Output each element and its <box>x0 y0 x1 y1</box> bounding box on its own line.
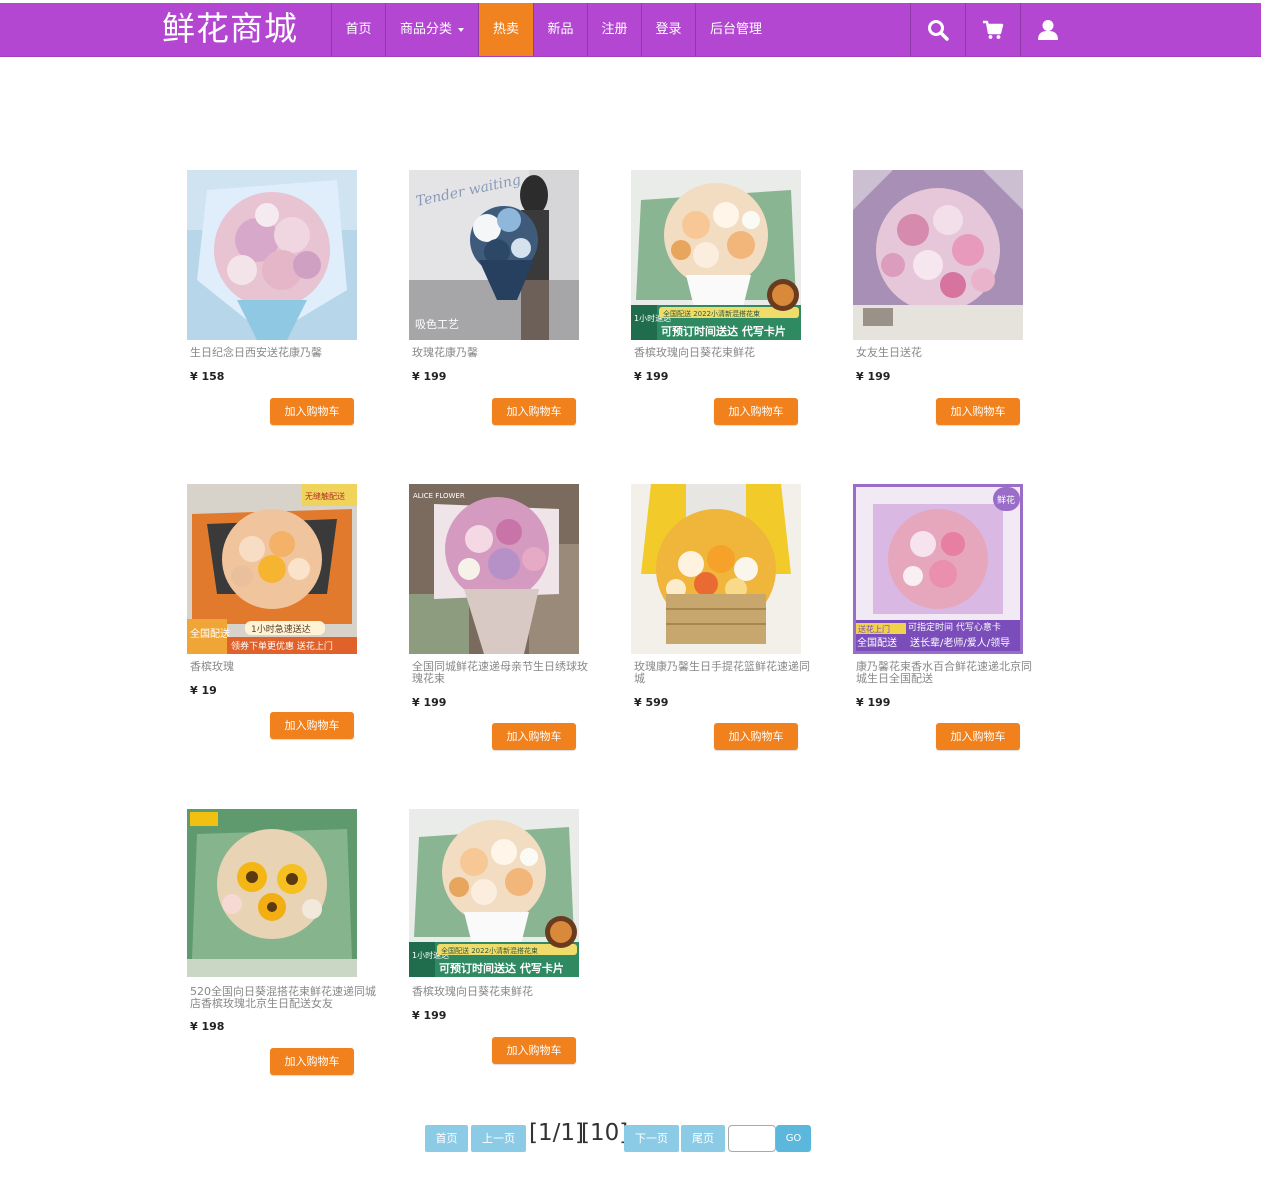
product-image[interactable] <box>187 170 357 340</box>
nav-register[interactable]: 注册 <box>588 3 641 56</box>
product-image[interactable]: 1小时速达 全国配送 2022小清新混搭花束 可预订时间送达 代写卡片 <box>409 809 579 977</box>
pager-total: [10] <box>581 1120 629 1146</box>
image-promo-top: 全国配送 2022小清新混搭花束 <box>441 946 538 955</box>
product-image[interactable]: 1小时速达 全国配送 2022小清新混搭花束 可预订时间送达 代写卡片 <box>631 170 801 340</box>
product-price: ¥ 19 <box>190 684 217 697</box>
pager-next-button[interactable]: 下一页 <box>624 1125 679 1152</box>
product-price: ¥ 199 <box>412 696 447 709</box>
product-image[interactable]: ALICE FLOWER <box>409 484 579 654</box>
image-national-text: 全国配送 <box>857 636 897 649</box>
pager-page-input[interactable] <box>728 1125 776 1152</box>
pager-prev-button[interactable]: 上一页 <box>471 1125 526 1152</box>
product-name[interactable]: 香槟玫瑰 <box>190 661 376 673</box>
site-logo[interactable]: 鲜花商城 <box>162 9 298 49</box>
cart-button[interactable] <box>966 3 1020 56</box>
product-image[interactable]: 鲜花 可指定时间 代写心意卡 送花上门 全国配送 送长辈/老师/爱人/领导 <box>853 484 1023 654</box>
add-to-cart-button[interactable]: 加入购物车 <box>270 398 354 425</box>
product-price: ¥ 199 <box>412 370 447 383</box>
product-name[interactable]: 香槟玫瑰向日葵花束鲜花 <box>634 347 820 359</box>
product-image[interactable] <box>187 809 357 977</box>
product-name[interactable]: 全国同城鲜花速递母亲节生日绣球玫瑰花束 <box>412 661 598 685</box>
product-name[interactable]: 520全国向日葵混搭花束鲜花速递同城店香槟玫瑰北京生日配送女友 <box>190 986 376 1010</box>
user-icon <box>1038 19 1058 40</box>
nav-login[interactable]: 登录 <box>642 3 695 56</box>
product-price: ¥ 199 <box>412 1009 447 1022</box>
caret-down-icon <box>458 27 464 32</box>
pager-first-button[interactable]: 首页 <box>425 1125 468 1152</box>
nav-hot[interactable]: 热卖 <box>479 3 533 56</box>
nav-category-dropdown[interactable]: 商品分类 <box>386 3 478 56</box>
product-image[interactable]: Tender waiting 吸色工艺 <box>409 170 579 340</box>
add-to-cart-button[interactable]: 加入购物车 <box>492 398 576 425</box>
image-tag-text: 送花上门 <box>858 624 890 634</box>
nav-category-label: 商品分类 <box>399 22 452 37</box>
product-name[interactable]: 玫瑰康乃馨生日手提花篮鲜花速递同城 <box>634 661 820 685</box>
add-to-cart-button[interactable]: 加入购物车 <box>492 723 576 750</box>
image-hour-text: 1小时急速送达 <box>251 623 311 635</box>
product-name[interactable]: 生日纪念日西安送花康乃馨 <box>190 347 376 359</box>
image-promo-main: 可预订时间送达 代写卡片 <box>661 324 786 338</box>
search-button[interactable] <box>911 3 965 56</box>
pager-page-info: [1/1] <box>529 1120 584 1146</box>
product-price: ¥ 198 <box>190 1020 225 1033</box>
image-promo-main: 可预订时间送达 代写卡片 <box>439 961 564 975</box>
product-name[interactable]: 康乃馨花束香水百合鲜花速递北京同城生日全国配送 <box>856 661 1042 685</box>
add-to-cart-button[interactable]: 加入购物车 <box>270 712 354 739</box>
product-name[interactable]: 女友生日送花 <box>856 347 1042 359</box>
image-caption-text: 吸色工艺 <box>415 317 459 331</box>
add-to-cart-button[interactable]: 加入购物车 <box>936 723 1020 750</box>
add-to-cart-button[interactable]: 加入购物车 <box>492 1037 576 1064</box>
image-logo-text: ALICE FLOWER <box>413 492 465 500</box>
product-image[interactable] <box>853 170 1023 340</box>
search-icon <box>928 19 949 41</box>
pager-last-button[interactable]: 尾页 <box>681 1125 725 1152</box>
user-button[interactable] <box>1021 3 1075 56</box>
nav-home[interactable]: 首页 <box>332 3 385 56</box>
image-line1-text: 可指定时间 代写心意卡 <box>908 621 1001 633</box>
cart-icon <box>983 20 1004 39</box>
product-name[interactable]: 玫瑰花康乃馨 <box>412 347 598 359</box>
image-badge-top: 无缝触配送 <box>305 491 345 501</box>
product-price: ¥ 199 <box>634 370 669 383</box>
image-badge-text: 鲜花 <box>997 494 1015 506</box>
add-to-cart-button[interactable]: 加入购物车 <box>270 1048 354 1075</box>
add-to-cart-button[interactable]: 加入购物车 <box>714 398 798 425</box>
add-to-cart-button[interactable]: 加入购物车 <box>936 398 1020 425</box>
nav-admin[interactable]: 后台管理 <box>696 3 776 56</box>
product-price: ¥ 158 <box>190 370 225 383</box>
image-national-text: 全国配送 <box>190 627 230 640</box>
pager-go-button[interactable]: GO <box>776 1125 811 1152</box>
product-name[interactable]: 香槟玫瑰向日葵花束鲜花 <box>412 986 598 998</box>
navbar: 鲜花商城 首页 商品分类 热卖 新品 注册 登录 后台管理 <box>0 3 1261 57</box>
nav-new[interactable]: 新品 <box>534 3 587 56</box>
image-coupon-text: 领券下单更优惠 送花上门 <box>231 640 333 652</box>
image-line2-text: 送长辈/老师/爱人/领导 <box>910 636 1010 649</box>
add-to-cart-button[interactable]: 加入购物车 <box>714 723 798 750</box>
product-image[interactable] <box>631 484 801 654</box>
image-promo-top: 全国配送 2022小清新混搭花束 <box>663 309 760 318</box>
product-price: ¥ 199 <box>856 370 891 383</box>
product-price: ¥ 199 <box>856 696 891 709</box>
product-price: ¥ 599 <box>634 696 669 709</box>
product-image[interactable]: 无缝触配送 全国配送 1小时急速送达 领券下单更优惠 送花上门 <box>187 484 357 654</box>
